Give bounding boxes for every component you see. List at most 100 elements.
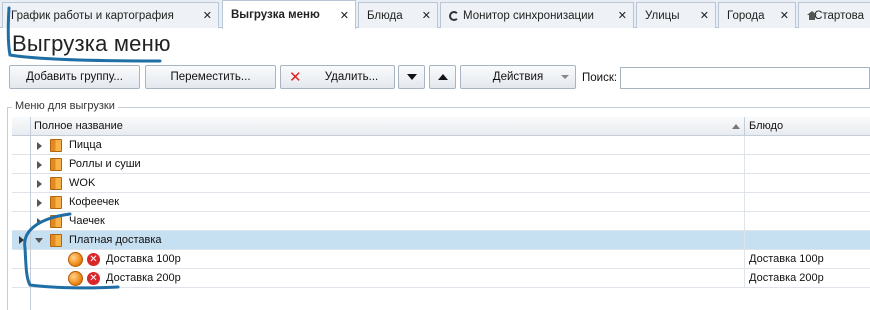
row-indicator xyxy=(12,174,31,193)
column-header-dish[interactable]: Блюдо xyxy=(749,120,783,132)
dish-orb-icon xyxy=(68,252,83,267)
tab-start[interactable]: Стартова xyxy=(798,2,870,28)
table-row[interactable]: Чаечек xyxy=(12,212,870,231)
tab-cities[interactable]: Города ✕ xyxy=(718,2,796,28)
grid-header: Полное название Блюдо xyxy=(12,117,870,136)
page-title: Выгрузка меню xyxy=(12,31,171,56)
sync-spinner-icon xyxy=(449,10,459,21)
sort-ascending-icon xyxy=(732,124,740,129)
tab-dishes[interactable]: Блюда ✕ xyxy=(358,2,438,28)
toolbar: Добавить группу... Переместить... ✕ Удал… xyxy=(0,62,870,92)
table-row[interactable]: ✕ Доставка 100р Доставка 100р xyxy=(12,250,870,269)
row-dish: Доставка 200р xyxy=(749,272,824,284)
close-icon[interactable]: ✕ xyxy=(334,9,349,22)
groupbox-label: Меню для выгрузки xyxy=(12,100,118,112)
row-name: Роллы и суши xyxy=(69,158,141,170)
table-row[interactable]: Пицца xyxy=(12,136,870,155)
column-divider xyxy=(744,269,745,288)
column-divider xyxy=(744,193,745,212)
menu-tree-grid: Полное название Блюдо Пицца Роллы и суши… xyxy=(12,117,870,310)
expand-arrow-icon[interactable] xyxy=(37,142,42,150)
row-indicator-empty xyxy=(12,288,31,310)
error-x-icon: ✕ xyxy=(87,272,100,285)
column-divider xyxy=(744,174,745,193)
folder-icon xyxy=(50,177,62,190)
home-icon xyxy=(807,11,818,20)
close-icon[interactable]: ✕ xyxy=(774,9,789,22)
arrow-down-icon xyxy=(406,74,417,80)
error-x-icon: ✕ xyxy=(87,253,100,266)
tab-label: Монитор синхронизации xyxy=(463,9,594,22)
delete-x-icon: ✕ xyxy=(289,69,302,86)
expand-arrow-icon[interactable] xyxy=(37,180,42,188)
tab-schedule-cartography[interactable]: График работы и картография ✕ xyxy=(2,2,219,28)
collapse-arrow-icon[interactable] xyxy=(35,238,43,243)
tab-streets[interactable]: Улицы ✕ xyxy=(636,2,716,28)
tab-label: Блюда xyxy=(367,9,403,22)
table-row[interactable]: WOK xyxy=(12,174,870,193)
move-label: Переместить... xyxy=(170,71,251,83)
actions-label: Действия xyxy=(492,71,544,83)
tab-label: Города xyxy=(727,9,765,22)
tab-label: Улицы xyxy=(645,9,680,22)
row-dish: Доставка 100р xyxy=(749,253,824,265)
arrow-up-icon xyxy=(437,74,448,80)
expand-arrow-icon[interactable] xyxy=(37,199,42,207)
table-row[interactable]: Роллы и суши xyxy=(12,155,870,174)
delete-button[interactable]: ✕ Удалить... xyxy=(280,65,395,89)
tab-label: Стартова xyxy=(814,9,864,22)
close-icon[interactable]: ✕ xyxy=(416,9,431,22)
row-name: Доставка 100р xyxy=(106,253,181,265)
tab-bar: График работы и картография ✕ Выгрузка м… xyxy=(0,0,870,29)
column-divider xyxy=(744,231,745,250)
delete-label: Удалить... xyxy=(324,71,379,83)
actions-dropdown[interactable]: Действия xyxy=(460,65,576,89)
table-row[interactable]: Кофеечек xyxy=(12,193,870,212)
row-name: WOK xyxy=(69,177,96,189)
row-indicator xyxy=(12,155,31,174)
column-divider xyxy=(744,155,745,174)
row-name: Пицца xyxy=(69,139,102,151)
folder-icon xyxy=(50,215,62,228)
row-indicator xyxy=(12,136,31,155)
folder-icon xyxy=(50,139,62,152)
table-row[interactable]: ✕ Доставка 200р Доставка 200р xyxy=(12,269,870,288)
search-label: Поиск: xyxy=(582,72,618,84)
add-group-button[interactable]: Добавить группу... xyxy=(9,65,140,89)
move-up-button[interactable] xyxy=(429,65,456,89)
row-indicator-header xyxy=(12,117,31,136)
row-indicator xyxy=(12,231,31,250)
row-indicator xyxy=(12,250,31,269)
row-name: Платная доставка xyxy=(69,234,162,246)
row-indicator xyxy=(12,193,31,212)
close-icon[interactable]: ✕ xyxy=(197,9,212,22)
column-header-full-name[interactable]: Полное название xyxy=(34,120,123,132)
row-name: Чаечек xyxy=(69,215,105,227)
dish-orb-icon xyxy=(68,271,83,286)
move-down-button[interactable] xyxy=(398,65,425,89)
close-icon[interactable]: ✕ xyxy=(694,9,709,22)
folder-icon xyxy=(50,234,62,247)
tab-label: График работы и картография xyxy=(11,9,174,22)
column-divider xyxy=(744,250,745,269)
search-input[interactable] xyxy=(620,67,870,89)
column-divider xyxy=(744,212,745,231)
tab-label: Выгрузка меню xyxy=(231,9,320,21)
row-name: Доставка 200р xyxy=(106,272,181,284)
folder-icon xyxy=(50,196,62,209)
expand-arrow-icon[interactable] xyxy=(37,218,42,226)
column-divider xyxy=(744,136,745,155)
tab-menu-export[interactable]: Выгрузка меню ✕ xyxy=(222,0,356,29)
table-row-selected[interactable]: Платная доставка xyxy=(12,231,870,250)
expand-arrow-icon[interactable] xyxy=(37,161,42,169)
move-button[interactable]: Переместить... xyxy=(145,65,276,89)
row-name: Кофеечек xyxy=(69,196,120,208)
row-indicator xyxy=(12,212,31,231)
row-indicator xyxy=(12,269,31,288)
current-row-pointer-icon xyxy=(19,236,24,244)
close-icon[interactable]: ✕ xyxy=(612,9,627,22)
folder-icon xyxy=(50,158,62,171)
add-group-label: Добавить группу... xyxy=(26,71,123,83)
tab-sync-monitor[interactable]: Монитор синхронизации ✕ xyxy=(440,2,634,28)
column-divider[interactable] xyxy=(744,117,745,136)
